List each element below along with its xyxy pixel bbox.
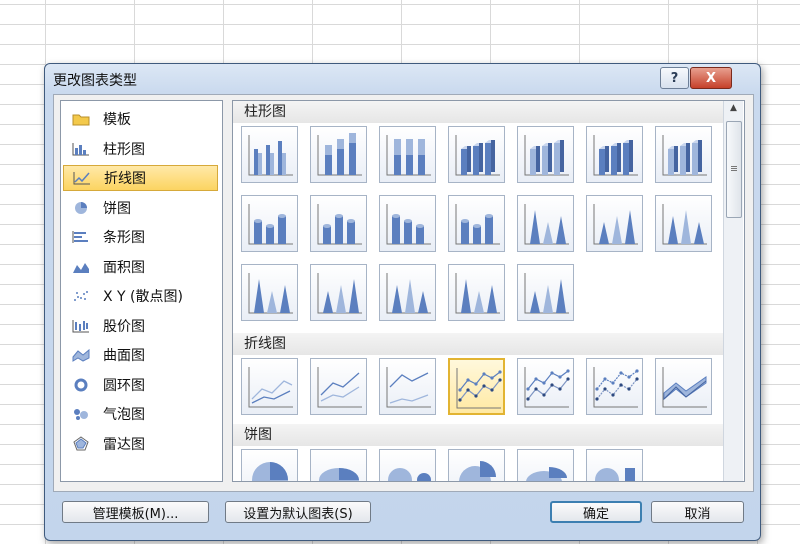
- column-chart-icon: [71, 141, 91, 157]
- section-header-pie: 饼图: [233, 424, 723, 446]
- scatter-chart-icon: [71, 288, 91, 304]
- chart-subtype-stacked-line-with-markers[interactable]: [517, 358, 574, 415]
- chart-subtype-stacked-line[interactable]: [310, 358, 367, 415]
- chart-subtype-stacked-cone[interactable]: [586, 195, 643, 252]
- category-item-column-chart[interactable]: 柱形图: [63, 136, 218, 162]
- chart-subtype-clustered-column[interactable]: [241, 126, 298, 183]
- chart-category-list: 模板柱形图折线图饼图条形图面积图 X Y (散点图) 股价图曲面图圆环图气泡图雷达图: [60, 100, 223, 482]
- scroll-up-icon[interactable]: ▲: [727, 103, 740, 116]
- chart-subtype-pie[interactable]: [241, 449, 298, 481]
- chart-subtype-100-stacked-pyramid[interactable]: [448, 264, 505, 321]
- category-item-bar-chart[interactable]: 条形图: [63, 224, 218, 250]
- chart-subtype-3d-column[interactable]: [655, 126, 712, 183]
- chart-subtype-exploded-pie[interactable]: [448, 449, 505, 481]
- category-item-bubble-chart[interactable]: 气泡图: [63, 401, 218, 427]
- category-item-pie-chart[interactable]: 饼图: [63, 195, 218, 221]
- category-label: 气泡图: [103, 407, 145, 423]
- category-item-folder[interactable]: 模板: [63, 106, 218, 132]
- chart-subtype-100-stacked-column[interactable]: [379, 126, 436, 183]
- chart-subtype-line-with-markers[interactable]: [448, 358, 505, 415]
- chart-subtype-clustered-cone[interactable]: [517, 195, 574, 252]
- chart-subtype-3d-stacked-column[interactable]: [517, 126, 574, 183]
- chart-subtype-clustered-pyramid[interactable]: [310, 264, 367, 321]
- chart-subtype-100-stacked-line[interactable]: [379, 358, 436, 415]
- chart-subtype-pie-of-pie[interactable]: [379, 449, 436, 481]
- chart-subtype-stacked-pyramid[interactable]: [379, 264, 436, 321]
- cancel-button[interactable]: 取消: [651, 501, 744, 523]
- category-item-surface-chart[interactable]: 曲面图: [63, 342, 218, 368]
- chart-subtype-clustered-cylinder[interactable]: [241, 195, 298, 252]
- pie-chart-icon: [71, 200, 91, 216]
- chart-subtype-bar-of-pie[interactable]: [586, 449, 643, 481]
- chart-subtype-3d-pyramid[interactable]: [517, 264, 574, 321]
- chart-subtype-stacked-column[interactable]: [310, 126, 367, 183]
- bar-chart-icon: [71, 229, 91, 245]
- chart-subtype-100-stacked-cylinder[interactable]: [379, 195, 436, 252]
- category-label: 雷达图: [103, 436, 145, 453]
- area-chart-icon: [71, 259, 91, 275]
- chart-subtype-3d-100-stacked-column[interactable]: [586, 126, 643, 183]
- doughnut-chart-icon: [71, 377, 91, 393]
- folder-icon: [71, 111, 91, 127]
- line-chart-icon: [72, 170, 92, 186]
- manage-templates-button[interactable]: 管理模板(M)...: [62, 501, 209, 523]
- category-label: 面积图: [103, 259, 145, 276]
- category-label: 折线图: [104, 171, 146, 187]
- radar-chart-icon: [71, 435, 91, 452]
- chart-subtype-3d-pie[interactable]: [310, 449, 367, 481]
- chart-subtype-3d-clustered-column[interactable]: [448, 126, 505, 183]
- category-item-line-chart[interactable]: 折线图: [63, 165, 218, 191]
- category-label: X Y (散点图): [103, 289, 183, 305]
- close-button[interactable]: X: [690, 67, 732, 89]
- category-item-area-chart[interactable]: 面积图: [63, 254, 218, 280]
- scrollbar-thumb[interactable]: [726, 121, 742, 218]
- vertical-scrollbar[interactable]: ▲: [723, 101, 743, 481]
- chart-subtype-100-stacked-cone[interactable]: [655, 195, 712, 252]
- category-label: 曲面图: [103, 348, 145, 364]
- dialog-title: 更改图表类型: [53, 73, 137, 89]
- surface-chart-icon: [71, 347, 91, 363]
- chart-subtype-line[interactable]: [241, 358, 298, 415]
- stock-chart-icon: [71, 318, 91, 334]
- help-button[interactable]: ?: [660, 67, 689, 89]
- chart-subtype-3d-cone[interactable]: [241, 264, 298, 321]
- category-item-doughnut-chart[interactable]: 圆环图: [63, 372, 218, 398]
- chart-subtype-3d-exploded-pie[interactable]: [517, 449, 574, 481]
- section-header-line: 折线图: [233, 333, 723, 355]
- chart-subtype-100-stacked-line-with-markers[interactable]: [586, 358, 643, 415]
- category-label: 柱形图: [103, 141, 145, 158]
- category-label: 模板: [103, 112, 131, 128]
- bubble-chart-icon: [71, 406, 91, 422]
- chart-subtype-gallery: 柱形图 折线图 饼图 ▲: [232, 100, 745, 482]
- category-label: 饼图: [103, 200, 131, 217]
- ok-button[interactable]: 确定: [550, 501, 642, 523]
- chart-subtype-3d-cylinder[interactable]: [448, 195, 505, 252]
- category-item-scatter-chart[interactable]: X Y (散点图): [63, 283, 218, 309]
- category-item-radar-chart[interactable]: 雷达图: [63, 431, 218, 457]
- chart-subtype-3d-line[interactable]: [655, 358, 712, 415]
- dialog-body: 模板 柱形图 折线图 饼图 条形图 面积图 X Y (散点图) 股价图 曲面图 圆环图 气泡图 雷达图…: [53, 94, 754, 492]
- change-chart-type-dialog: 更改图表类型 ? X 模板 柱形图 折线图 饼图 条形图 面积图 X Y (散点图) 股价图曲…: [44, 63, 761, 541]
- chart-subtype-stacked-cylinder[interactable]: [310, 195, 367, 252]
- category-label: 条形图: [103, 230, 145, 246]
- set-default-chart-button[interactable]: 设置为默认图表(S): [225, 501, 371, 523]
- section-header-column: 柱形图: [233, 101, 723, 123]
- category-item-stock-chart[interactable]: 股价图: [63, 313, 218, 339]
- category-label: 股价图: [103, 318, 145, 335]
- category-label: 圆环图: [103, 377, 145, 394]
